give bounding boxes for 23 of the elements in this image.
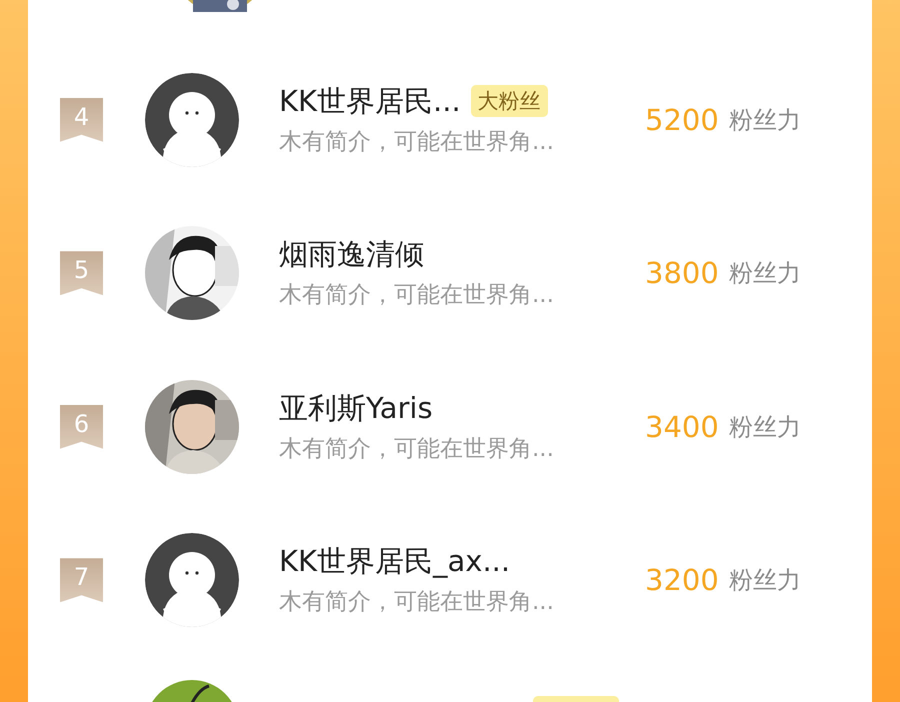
- score-unit: 粉丝力: [728, 565, 801, 596]
- user-bio: 木有简介，可能在世界角...: [279, 281, 555, 310]
- user-bio: 木有简介，可能在世界角...: [279, 434, 555, 464]
- rank-ribbon: 7: [60, 558, 103, 602]
- fan-score: 3800: [645, 256, 719, 290]
- user-bio: 木有简介，可能在世界角...: [279, 128, 555, 157]
- user-bio: 木有简介，可能在世界角...: [279, 588, 555, 618]
- fan-score: 3200: [645, 563, 719, 598]
- rank-ribbon: 5: [60, 251, 103, 296]
- avatar-icon: [145, 533, 239, 628]
- fan-score: 5200: [645, 102, 719, 137]
- score-unit: 粉丝力: [728, 258, 801, 290]
- rank-ribbon: 6: [60, 404, 103, 449]
- fan-score: 3400: [645, 410, 719, 444]
- rank-ribbon: 4: [60, 98, 103, 142]
- user-name: KK世界居民_ax...: [279, 543, 510, 580]
- score-unit: 粉丝力: [728, 412, 801, 443]
- user-name: 烟雨逸清倾: [279, 236, 424, 272]
- fan-badge: 大粉丝: [470, 84, 548, 117]
- user-name: 亚利斯Yaris: [279, 390, 433, 426]
- score-unit: 粉丝力: [728, 104, 801, 136]
- user-name: KK世界居民...: [279, 82, 461, 119]
- avatar-icon: [145, 72, 239, 167]
